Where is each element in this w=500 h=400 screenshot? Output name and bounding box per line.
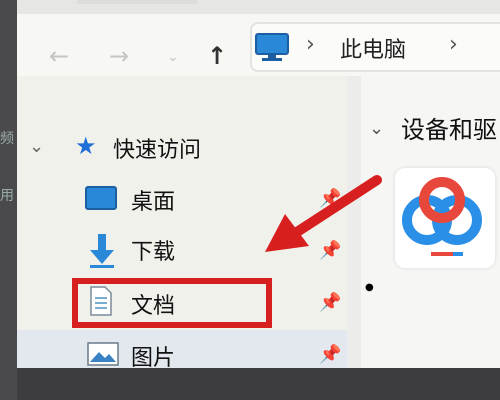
pictures-icon xyxy=(87,342,119,366)
desktop-background xyxy=(17,368,500,400)
forward-icon[interactable]: → xyxy=(109,44,129,68)
partial-glyph: 用 xyxy=(0,188,14,204)
back-icon[interactable]: ← xyxy=(49,44,69,68)
background-window-strip: 频 用 xyxy=(0,0,17,400)
sidebar-item-label: 图片 xyxy=(131,346,176,368)
pin-icon[interactable]: 📌 xyxy=(319,292,341,313)
sidebar-item-pictures[interactable] xyxy=(17,330,347,368)
star-icon: ★ xyxy=(75,132,97,160)
breadcrumb-this-pc[interactable]: 此电脑 xyxy=(340,32,406,64)
baidu-netdisk-tile[interactable] xyxy=(395,168,495,268)
partial-glyph: 频 xyxy=(0,131,14,147)
pin-icon[interactable]: 📌 xyxy=(319,344,341,365)
up-icon[interactable]: ↑ xyxy=(207,44,227,68)
collapse-chevron-icon[interactable]: ⌄ xyxy=(29,136,44,157)
download-icon xyxy=(90,234,114,268)
title-bar xyxy=(17,0,500,14)
section-chevron-icon[interactable]: ⌄ xyxy=(369,118,384,139)
stray-dot: ● xyxy=(365,282,374,293)
this-pc-icon xyxy=(255,33,289,61)
breadcrumb-separator-icon: › xyxy=(306,32,315,57)
baidu-netdisk-icon xyxy=(402,177,482,256)
sidebar-item-label: 下载 xyxy=(131,240,176,265)
highlight-box xyxy=(72,278,272,328)
pin-icon[interactable]: 📌 xyxy=(319,188,341,209)
pin-icon[interactable]: 📌 xyxy=(319,240,341,261)
recent-locations-chevron-icon[interactable]: ⌄ xyxy=(167,50,179,64)
sidebar-item-label: 桌面 xyxy=(131,190,176,215)
section-header[interactable]: 设备和驱 xyxy=(401,110,497,145)
quick-access-header[interactable]: 快速访问 xyxy=(113,132,201,164)
pane-divider[interactable] xyxy=(347,76,361,368)
breadcrumb-chevron-icon[interactable]: › xyxy=(449,32,458,57)
desktop-icon xyxy=(85,186,117,210)
sidebar-item-downloads[interactable] xyxy=(17,228,347,272)
sidebar-item-desktop[interactable] xyxy=(17,178,347,222)
